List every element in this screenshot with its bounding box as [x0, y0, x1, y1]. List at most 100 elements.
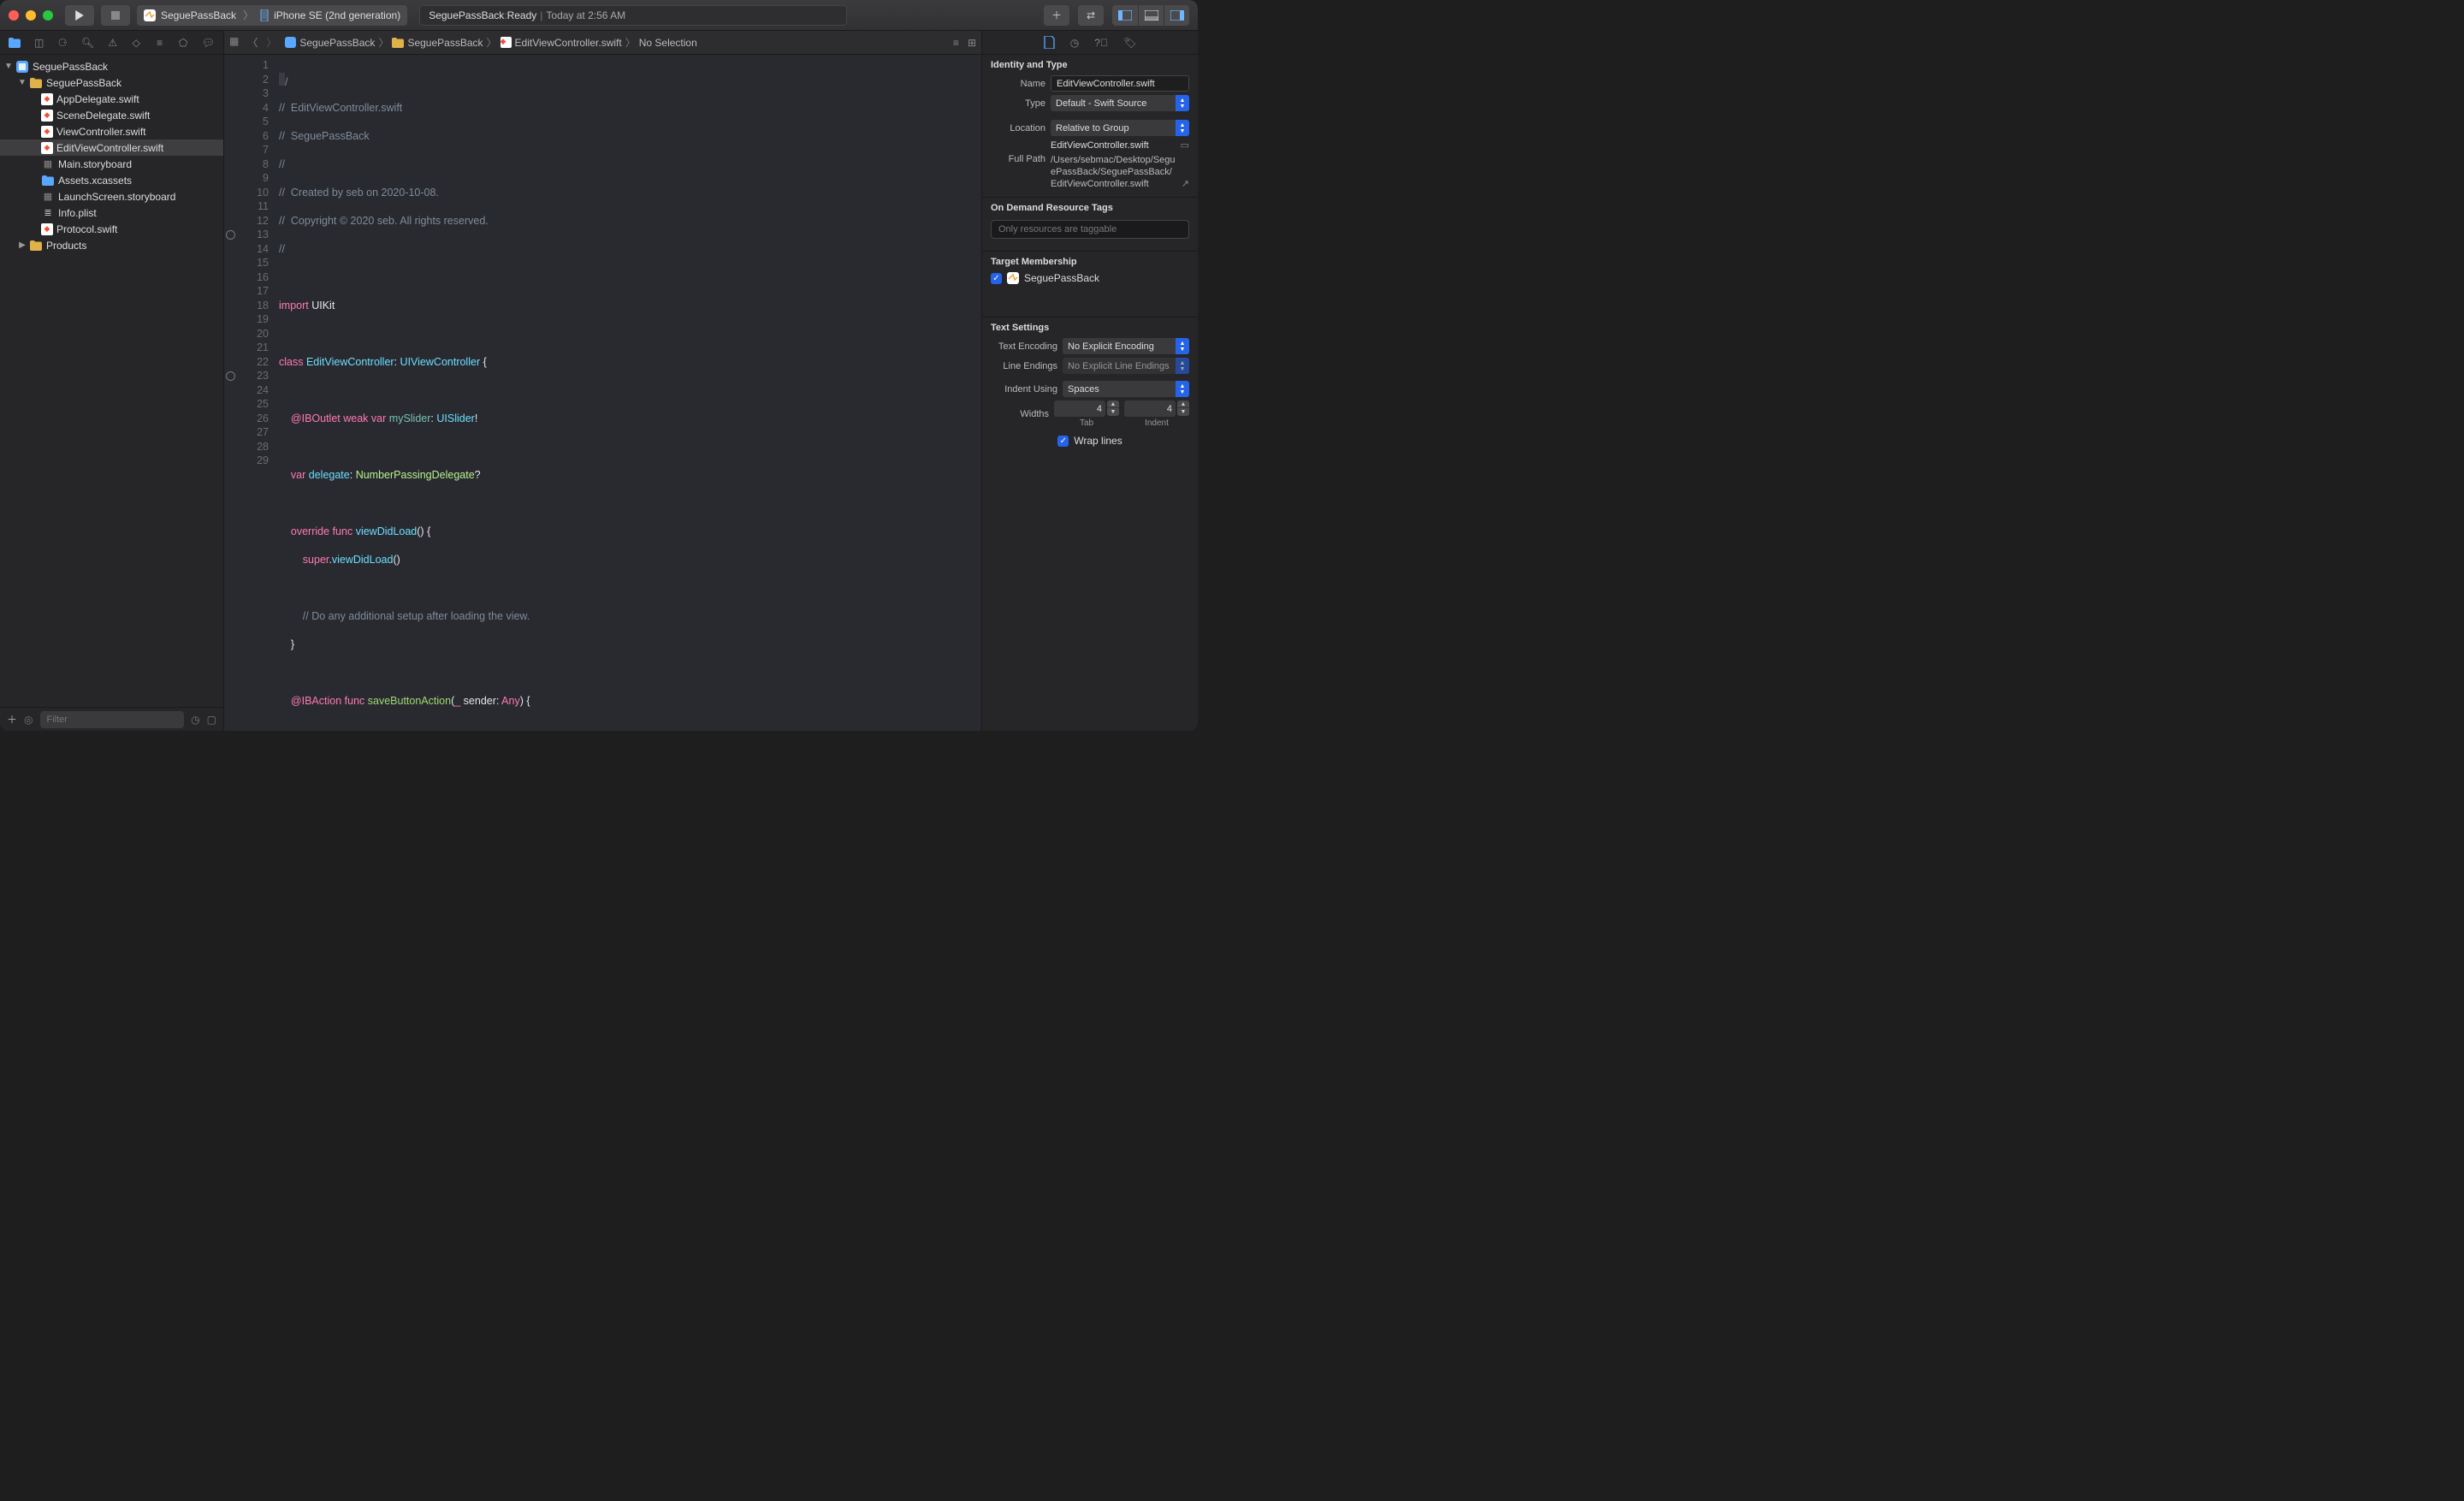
tree-file[interactable]: ▦ LaunchScreen.storyboard — [0, 188, 223, 205]
wrap-lines-checkbox[interactable]: ✓ — [1057, 436, 1069, 447]
line-number-gutter[interactable]: 12345 678910 1112131415 1617181920 21222… — [236, 55, 275, 731]
tree-file[interactable]: ◆ ViewController.swift — [0, 123, 223, 139]
tree-file-label: Main.storyboard — [58, 158, 132, 170]
indent-width-stepper[interactable]: ▲▼ — [1177, 400, 1189, 417]
location-select[interactable]: Relative to Group▲▼ — [1051, 120, 1189, 136]
tree-file-label: AppDelegate.swift — [56, 93, 139, 105]
iboutlet-connection-icon[interactable] — [226, 230, 235, 240]
debug-navigator-tab[interactable]: ≡ — [155, 37, 164, 49]
attributes-inspector-tab[interactable]: 🏷︎ — [1123, 37, 1136, 49]
swift-file-icon: ◆ — [41, 223, 53, 235]
encoding-select[interactable]: No Explicit Encoding▲▼ — [1063, 338, 1189, 354]
toggle-navigator-button[interactable] — [1112, 5, 1138, 26]
tree-products[interactable]: ▶ Products — [0, 237, 223, 253]
editor-options-button[interactable]: ≡ — [953, 37, 959, 49]
disclosure-triangle-icon[interactable]: ▶ — [17, 240, 27, 250]
project-tree[interactable]: ▼ SeguePassBack ▼ SeguePassBack ◆ AppDel… — [0, 55, 223, 707]
code-review-button[interactable]: ⇄ — [1078, 5, 1104, 26]
add-button[interactable]: ＋ — [7, 712, 17, 727]
tree-group[interactable]: ▼ SeguePassBack — [0, 74, 223, 91]
breadcrumb-item[interactable]: ◆ EditViewController.swift — [500, 37, 622, 49]
scheme-selector[interactable]: SeguePassBack 〉 iPhone SE (2nd generatio… — [137, 5, 407, 26]
disclosure-triangle-icon[interactable]: ▼ — [17, 78, 27, 87]
history-inspector-tab[interactable]: ◷ — [1070, 37, 1079, 49]
breadcrumb-item[interactable]: SeguePassBack — [392, 37, 483, 49]
indentusing-label: Indent Using — [991, 384, 1057, 395]
tree-file[interactable]: ◆ Protocol.swift — [0, 221, 223, 237]
tree-root-label: SeguePassBack — [33, 61, 108, 73]
file-inspector-tab[interactable] — [1044, 36, 1055, 49]
recent-filter-icon[interactable]: ◷ — [191, 714, 199, 726]
tree-root[interactable]: ▼ SeguePassBack — [0, 58, 223, 74]
plist-file-icon: ≣ — [41, 206, 55, 220]
encoding-label: Text Encoding — [991, 341, 1057, 352]
arrows-icon: ⇄ — [1087, 9, 1095, 21]
section-title: Text Settings — [982, 317, 1198, 336]
toggle-inspector-button[interactable] — [1164, 5, 1189, 26]
tree-file-label: Protocol.swift — [56, 223, 117, 235]
filter-input[interactable] — [40, 711, 185, 728]
breadcrumb-item[interactable]: SeguePassBack — [285, 37, 375, 49]
zoom-window-button[interactable] — [43, 10, 53, 21]
minimize-window-button[interactable] — [26, 10, 36, 21]
target-checkbox[interactable]: ✓ — [991, 273, 1002, 284]
choose-location-button[interactable]: ▭ — [1181, 139, 1189, 151]
close-window-button[interactable] — [9, 10, 19, 21]
jump-bar: ▦ 〈 〉 SeguePassBack 〉 SeguePassBack 〉 — [224, 31, 981, 55]
reveal-in-finder-button[interactable]: ↗︎ — [1182, 178, 1189, 190]
plus-icon: ＋ — [1051, 8, 1062, 22]
inspector-tabs: ◷ ?⃝ 🏷︎ — [982, 31, 1198, 55]
source-control-navigator-tab[interactable]: ◫ — [34, 37, 44, 49]
issue-navigator-tab[interactable]: ⚠︎ — [108, 37, 117, 49]
back-button[interactable]: 〈 — [247, 35, 258, 50]
scheme-device-name: iPhone SE (2nd generation) — [274, 9, 400, 21]
run-button[interactable] — [65, 5, 94, 26]
help-inspector-tab[interactable]: ?⃝ — [1094, 37, 1108, 49]
breakpoint-navigator-tab[interactable]: ⬠ — [178, 37, 187, 49]
tree-file[interactable]: Assets.xcassets — [0, 172, 223, 188]
tree-file[interactable]: ▦ Main.storyboard — [0, 156, 223, 172]
inspector-icon — [1170, 10, 1184, 21]
tree-file-label: ViewController.swift — [56, 126, 145, 138]
type-select[interactable]: Default - Swift Source▲▼ — [1051, 95, 1189, 111]
tree-file[interactable]: ≣ Info.plist — [0, 205, 223, 221]
tree-file[interactable]: ◆ SceneDelegate.swift — [0, 107, 223, 123]
indentusing-select[interactable]: Spaces▲▼ — [1063, 381, 1189, 397]
swift-file-icon: ◆ — [41, 110, 53, 122]
folder-icon — [29, 239, 43, 252]
ibaction-connection-icon[interactable] — [226, 371, 235, 381]
lineendings-select[interactable]: No Explicit Line Endings▲▼ — [1063, 358, 1189, 374]
phone-icon — [260, 9, 269, 21]
add-editor-button[interactable]: ⊞ — [968, 37, 976, 49]
symbol-navigator-tab[interactable]: ⚆ — [57, 37, 67, 49]
forward-button[interactable]: 〉 — [266, 35, 276, 50]
related-items-button[interactable]: ▦ — [229, 35, 239, 50]
project-navigator-tab[interactable] — [9, 38, 21, 48]
tab-width-input[interactable]: 4 — [1054, 400, 1105, 417]
filter-scope-icon[interactable]: ◎ — [24, 714, 33, 726]
indent-width-input[interactable]: 4 — [1124, 400, 1176, 417]
disclosure-triangle-icon[interactable]: ▼ — [3, 62, 14, 71]
toggle-debug-button[interactable] — [1138, 5, 1164, 26]
code-content[interactable]: / // EditViewController.swift // SeguePa… — [275, 55, 981, 731]
tab-width-stepper[interactable]: ▲▼ — [1107, 400, 1119, 417]
breadcrumb-item[interactable]: No Selection — [639, 37, 697, 49]
tree-file-selected[interactable]: ◆ EditViewController.swift — [0, 139, 223, 156]
report-navigator-tab[interactable]: 💬︎ — [202, 37, 215, 49]
main-area: ◫ ⚆ 🔍︎ ⚠︎ ◇ ≡ ⬠ 💬︎ ▼ SeguePassBack ▼ — [0, 31, 1198, 731]
project-icon — [285, 37, 296, 48]
breakpoint-gutter[interactable] — [224, 55, 236, 731]
tree-file[interactable]: ◆ AppDelegate.swift — [0, 91, 223, 107]
activity-status[interactable]: SeguePassBack : Ready | Today at 2:56 AM — [419, 5, 847, 26]
name-input[interactable]: EditViewController.swift — [1051, 75, 1189, 92]
stop-button[interactable] — [101, 5, 130, 26]
source-editor[interactable]: 12345 678910 1112131415 1617181920 21222… — [224, 55, 981, 731]
find-navigator-tab[interactable]: 🔍︎ — [81, 37, 94, 49]
scm-filter-icon[interactable]: ▢ — [207, 714, 216, 726]
section-title: On Demand Resource Tags — [982, 198, 1198, 217]
test-navigator-tab[interactable]: ◇ — [132, 37, 141, 49]
folder-icon — [392, 38, 404, 48]
status-time: Today at 2:56 AM — [546, 9, 625, 21]
library-button[interactable]: ＋ — [1044, 5, 1069, 26]
debug-area-icon — [1145, 10, 1158, 21]
